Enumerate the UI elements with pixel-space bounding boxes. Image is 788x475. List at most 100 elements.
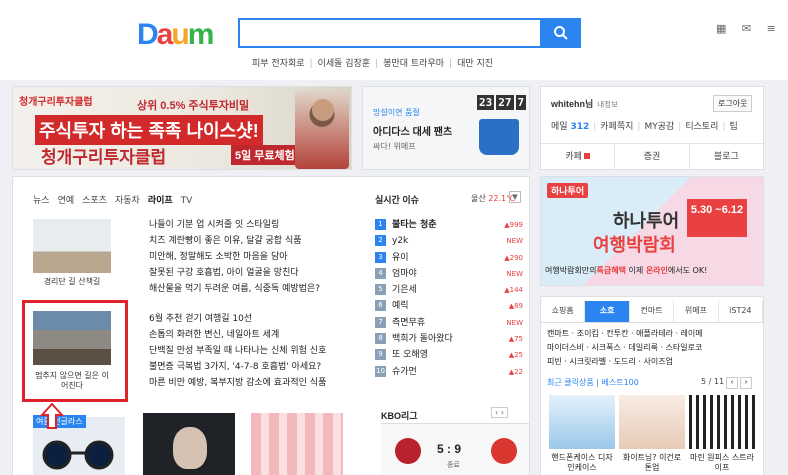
investment-ad-banner[interactable]: 청개구리투자클럽 상위 0.5% 주식투자비밀 주식투자 하는 족족 나이스샷!… [12,86,352,170]
eyewear-display-thumbnail[interactable] [251,413,343,475]
ad-travel-title: 여행박람회 [593,235,676,255]
tip-link[interactable]: 팁 [730,122,738,132]
game-status: 종료 [447,461,460,469]
issue-keyword[interactable]: 슈가먼 [392,367,417,377]
cafe-tab[interactable]: 카페 [541,144,616,169]
issue-keyword[interactable]: y2k [392,236,408,246]
realtime-issue-item[interactable]: 4 엄마야 NEW [375,266,523,282]
blog-tab[interactable]: 블로그 [690,144,763,169]
timer-seconds: 7 [515,95,527,110]
cafe-note-link[interactable]: 카페쪽지 [600,122,633,132]
search-input[interactable] [240,20,540,46]
timer-hours: 23 [477,95,495,110]
shopping-tabs: 쇼핑홈 소호 컨마트 위메프 iST24 [541,301,764,323]
news-headline[interactable]: 미안해, 정말해도 소박한 마음을 담아 [149,249,320,265]
logout-button[interactable]: 로그아웃 [713,95,753,112]
tab-ist24[interactable]: iST24 [719,301,764,322]
shorts-product-image [479,119,519,155]
news-headline[interactable]: 해산물을 먹기 두려운 여름, 식중독 예방법은? [149,281,320,297]
realtime-issue-item[interactable]: 8 백희가 돌아왔다 ▲75 [375,331,523,347]
issue-keyword[interactable]: 또 오해영 [392,350,428,360]
issue-keyword[interactable]: 불타는 청춘 [392,220,437,230]
travel-ad-banner[interactable]: 하나투어 하나투어 여행박람회 5.30 ~6.12 여행박람회만의특급혜택 이… [540,176,764,286]
product-caption[interactable]: 화이트닝? 이건로 톤업 [619,453,685,473]
tab-shopping-home[interactable]: 쇼핑홈 [541,301,586,322]
realtime-issue-item[interactable]: 9 또 오해영 ▲25 [375,347,523,363]
tab-canmart[interactable]: 컨마트 [630,301,675,322]
news-headline[interactable]: 마른 비만 예방, 복부지방 감소에 효과적인 식품 [149,375,326,391]
trending-keywords: 피부 전자회로 | 이세돌 김장훈 | 봉만대 트라우마 | 대만 지진 [252,59,494,69]
news-headline[interactable]: 단백질 만성 부족일 때 나타나는 신체 위험 신호 [149,343,326,359]
realtime-issue-item[interactable]: 5 기은세 ▲144 [375,282,523,298]
trending-keyword[interactable]: 피부 전자회로 [252,59,305,69]
stock-tab[interactable]: 증권 [615,144,690,169]
issue-keyword[interactable]: 예릭 [392,301,409,311]
news-list: 나들이 기분 업 시켜줄 잇 스타일링 치즈 계란빵이 좋은 이유, 달걀 궁합… [149,217,320,297]
realtime-issue-item[interactable]: 1 불타는 청춘 ▲999 [375,217,523,233]
news-headline[interactable]: 불면증 극복법 3가지, '4-7-8 호흡법' 아세요? [149,359,326,375]
tab-news[interactable]: 뉴스 [33,196,50,206]
ad-shop-subtitle: 싸다! 위메프 [373,142,416,151]
thumbnail-caption[interactable]: 경리단 길 산책길 [33,277,111,287]
realtime-issue-item[interactable]: 10 슈가먼 ▲22 [375,364,523,380]
news-thumbnail[interactable] [33,219,111,273]
news-headline[interactable]: 치즈 계란빵이 좋은 이유, 달걀 궁합 식품 [149,233,320,249]
ad-free-trial-badge: 5일 무료체험 [231,145,299,165]
fashion-thumbnail[interactable] [143,413,235,475]
news-headline[interactable]: 손톱의 화려한 변신, 네일아트 세계 [149,327,326,343]
game-score: 5 : 9 [437,442,462,456]
shopping-ad-banner[interactable]: 망설이면 품절 아디다스 대세 팬츠 싸다! 위메프 23 27 7 [362,86,530,170]
my-info-link[interactable]: 내정보 [597,100,618,109]
issue-keyword[interactable]: 유이 [392,253,409,263]
search-button[interactable] [541,18,581,48]
issue-keyword[interactable]: 엄마야 [392,269,417,279]
ad-travel-title: 하나투어 [613,211,680,231]
next-page-button[interactable]: › [740,377,753,389]
chevron-down-icon[interactable]: ▼ [509,191,521,203]
issue-keyword[interactable]: 백희가 돌아왔다 [392,334,453,344]
daum-logo[interactable]: Daum [137,18,214,52]
tab-tv[interactable]: TV [181,196,193,206]
my-gonggam-link[interactable]: MY공감 [644,122,674,132]
tistory-link[interactable]: 티스토리 [685,122,718,132]
trending-keyword[interactable]: 대만 지진 [457,59,493,69]
ad-person-image [295,91,349,169]
product-image[interactable] [689,395,755,449]
product-caption[interactable]: 핸드폰케이스 디자인케이스 [549,453,615,473]
prev-page-button[interactable]: ‹ [726,377,739,389]
realtime-issue-item[interactable]: 7 측면무휴 NEW [375,315,523,331]
user-login-box: whitehn님 내정보 로그아웃 메일 312 | 카페쪽지 | MY공감 | 티스토리 | 팁… [540,86,764,170]
tab-soho[interactable]: 소호 [585,301,630,322]
page-indicator: 5 / 11 [701,377,725,386]
trending-keyword[interactable]: 이세돌 김장훈 [318,59,371,69]
issue-keyword[interactable]: 측면무휴 [392,318,425,328]
product-caption[interactable]: 마린 원피스 스트라이프 [689,453,755,473]
product-image[interactable] [549,395,615,449]
issue-keyword[interactable]: 기은세 [392,285,417,295]
realtime-issue-item[interactable]: 2 y2k NEW [375,233,523,249]
news-category-tabs: 뉴스 연예 스포츠 자동차 라이프 TV [33,193,200,206]
realtime-issue-item[interactable]: 6 예릭 ▲89 [375,298,523,314]
news-headline[interactable]: 6월 추천 걷기 여행길 10선 [149,311,326,327]
recent-best-links[interactable]: 최근 클릭상품 | 베스트100 [547,377,639,388]
username[interactable]: whitehn님 내정보 [551,97,618,110]
rank-badge: 3 [375,251,386,263]
tab-car[interactable]: 자동차 [115,196,140,206]
kbo-scoreboard[interactable]: 5 : 9 종료 [381,423,529,475]
header-tools-icon[interactable]: ▦ ✉ ≡ [716,22,782,35]
mail-link[interactable]: 메일 312 [551,122,589,132]
realtime-issue-item[interactable]: 3 유이 ▲290 [375,250,523,266]
news-headline[interactable]: 잘못된 구강 호흡법, 아이 얼굴을 망친다 [149,265,320,281]
kbo-nav-arrows[interactable]: ‹ › [491,407,508,418]
tab-wemakeprice[interactable]: 위메프 [674,301,719,322]
product-image[interactable] [619,395,685,449]
tab-sports[interactable]: 스포츠 [82,196,107,206]
tab-entertainment[interactable]: 연예 [58,196,75,206]
tab-life[interactable]: 라이프 [148,196,173,206]
shopping-panel: 쇼핑홈 소호 컨마트 위메프 iST24 캔마트 · 조이킴 · 칸투칸 · 애… [540,296,764,475]
shop-brand-links[interactable]: 캔마트 · 조이킴 · 칸투칸 · 애플라테라 · 레이메 마이더스비 · 시크… [547,327,759,369]
trending-keyword[interactable]: 봉만대 트라우마 [383,59,444,69]
news-headline[interactable]: 나들이 기분 업 시켜줄 잇 스타일링 [149,217,320,233]
rank-change: NEW [506,237,523,246]
up-arrow-icon [40,403,64,429]
